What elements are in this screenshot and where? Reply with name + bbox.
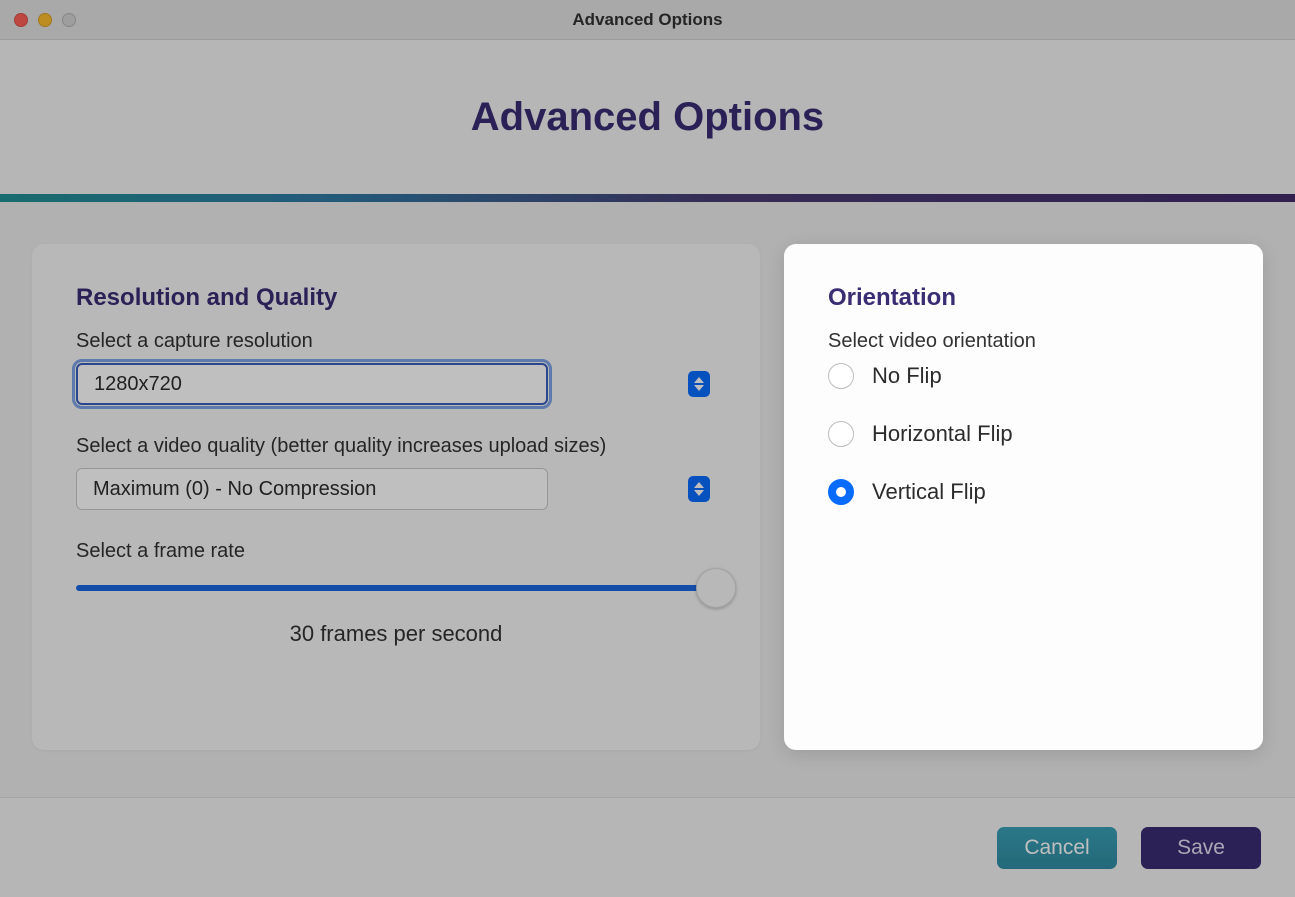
page-header: Advanced Options xyxy=(0,40,1295,202)
orientation-heading: Orientation xyxy=(828,284,1219,312)
resolution-select[interactable]: 1280x720 xyxy=(76,363,716,405)
resolution-quality-heading: Resolution and Quality xyxy=(76,284,716,312)
slider-thumb[interactable] xyxy=(696,568,736,608)
radio-icon xyxy=(828,479,854,505)
orientation-card: Orientation Select video orientation No … xyxy=(784,244,1263,750)
close-window-button[interactable] xyxy=(14,13,28,27)
minimize-window-button[interactable] xyxy=(38,13,52,27)
orientation-label: Select video orientation xyxy=(828,330,1219,353)
stepper-icon xyxy=(688,371,710,397)
save-button[interactable]: Save xyxy=(1141,827,1261,869)
framerate-slider[interactable] xyxy=(76,585,716,591)
titlebar: Advanced Options xyxy=(0,0,1295,40)
orientation-radio-group: No Flip Horizontal Flip Vertical Flip xyxy=(828,363,1219,505)
zoom-window-button[interactable] xyxy=(62,13,76,27)
framerate-value: 30 frames per second xyxy=(76,621,716,647)
window-controls xyxy=(14,13,76,27)
content-area: Resolution and Quality Select a capture … xyxy=(0,202,1295,750)
orientation-radio-none[interactable]: No Flip xyxy=(828,363,1219,389)
resolution-quality-card: Resolution and Quality Select a capture … xyxy=(32,244,760,750)
quality-select[interactable]: Maximum (0) - No Compression xyxy=(76,468,716,510)
radio-label: No Flip xyxy=(872,363,942,389)
orientation-radio-horizontal[interactable]: Horizontal Flip xyxy=(828,421,1219,447)
radio-label: Vertical Flip xyxy=(872,479,986,505)
radio-icon xyxy=(828,421,854,447)
quality-select-label: Select a video quality (better quality i… xyxy=(76,435,716,458)
window-title: Advanced Options xyxy=(572,10,722,30)
radio-label: Horizontal Flip xyxy=(872,421,1013,447)
quality-select-value: Maximum (0) - No Compression xyxy=(93,478,376,501)
cancel-button[interactable]: Cancel xyxy=(997,827,1117,869)
resolution-select-label: Select a capture resolution xyxy=(76,330,716,353)
radio-icon xyxy=(828,363,854,389)
orientation-radio-vertical[interactable]: Vertical Flip xyxy=(828,479,1219,505)
footer: Cancel Save xyxy=(0,797,1295,897)
page-title: Advanced Options xyxy=(471,95,824,140)
framerate-label: Select a frame rate xyxy=(76,540,716,563)
stepper-icon xyxy=(688,476,710,502)
resolution-select-value: 1280x720 xyxy=(94,373,182,396)
